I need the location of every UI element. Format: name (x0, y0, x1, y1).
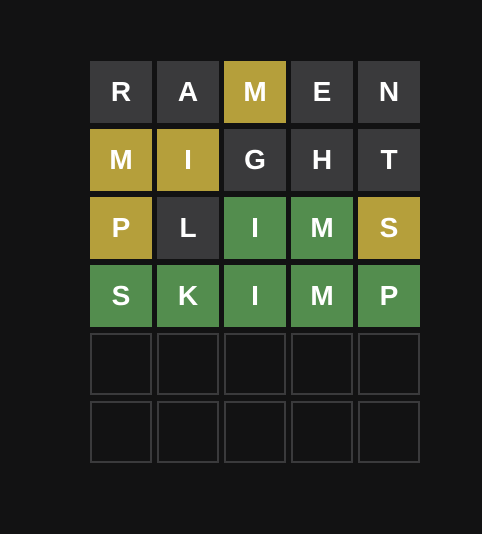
tile-r6-c4 (291, 401, 353, 463)
tile-r6-c1 (90, 401, 152, 463)
tile-r6-c5 (358, 401, 420, 463)
tile-r2-c1: M (90, 129, 152, 191)
game-board: RAMENMIGHTPLIMSSKIMP (90, 61, 420, 463)
tile-r1-c4: E (291, 61, 353, 123)
tile-r5-c2 (157, 333, 219, 395)
tile-r4-c5: P (358, 265, 420, 327)
tile-r1-c3: M (224, 61, 286, 123)
tile-r3-c1: P (90, 197, 152, 259)
tile-r6-c3 (224, 401, 286, 463)
tile-r2-c4: H (291, 129, 353, 191)
tile-r3-c5: S (358, 197, 420, 259)
tile-r4-c4: M (291, 265, 353, 327)
tile-r5-c4 (291, 333, 353, 395)
tile-r2-c5: T (358, 129, 420, 191)
tile-r6-c2 (157, 401, 219, 463)
tile-r1-c2: A (157, 61, 219, 123)
tile-r2-c3: G (224, 129, 286, 191)
tile-r3-c4: M (291, 197, 353, 259)
tile-r3-c3: I (224, 197, 286, 259)
tile-r5-c3 (224, 333, 286, 395)
tile-r3-c2: L (157, 197, 219, 259)
tile-r4-c1: S (90, 265, 152, 327)
tile-r5-c1 (90, 333, 152, 395)
tile-r4-c3: I (224, 265, 286, 327)
tile-r4-c2: K (157, 265, 219, 327)
tile-r1-c5: N (358, 61, 420, 123)
tile-r2-c2: I (157, 129, 219, 191)
tile-r5-c5 (358, 333, 420, 395)
tile-r1-c1: R (90, 61, 152, 123)
